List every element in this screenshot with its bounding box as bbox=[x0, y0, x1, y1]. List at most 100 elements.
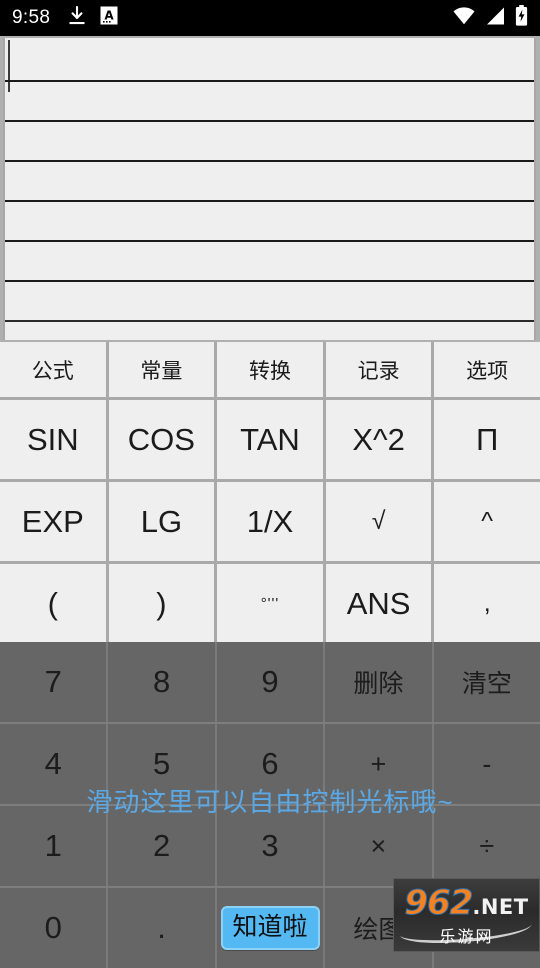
menu-item-label: 公式 bbox=[31, 359, 74, 383]
watermark-subtitle: 乐游网 bbox=[439, 929, 494, 946]
menu-item-label: 记录 bbox=[357, 359, 400, 383]
key-label: °''' bbox=[260, 595, 280, 612]
key-sin[interactable]: SIN bbox=[0, 400, 109, 479]
menu-item-label: 选项 bbox=[466, 359, 509, 383]
input-method-a-icon: A bbox=[100, 6, 118, 30]
key-9[interactable]: 9 bbox=[216, 642, 326, 722]
key-label: 删除 bbox=[353, 670, 404, 698]
key-label: × bbox=[370, 830, 387, 861]
key-8[interactable]: 8 bbox=[108, 642, 217, 722]
display-rule-line bbox=[5, 320, 534, 322]
calculator-app-screen: 9:58 A 公式 常量 转换 记录 选项 SIN COS TAN X^2 Π … bbox=[0, 0, 540, 968]
display-rule-line bbox=[5, 200, 534, 202]
display-rule-line bbox=[5, 280, 534, 282]
status-bar-notification-icons: A bbox=[68, 5, 118, 31]
key-label: 9 bbox=[261, 664, 279, 699]
key-multiply[interactable]: × bbox=[325, 806, 434, 886]
download-icon bbox=[68, 5, 86, 31]
text-cursor bbox=[8, 40, 10, 92]
key-7[interactable]: 7 bbox=[0, 642, 109, 722]
got-it-button[interactable]: 知道啦 bbox=[220, 906, 320, 950]
key-decimal-point[interactable]: . bbox=[108, 888, 217, 968]
key-delete[interactable]: 删除 bbox=[325, 642, 434, 722]
key-label: 1/X bbox=[246, 503, 294, 539]
display-rule-line bbox=[5, 240, 534, 242]
numeric-row-3: 1 2 3 × ÷ bbox=[0, 806, 540, 888]
key-right-paren[interactable]: ) bbox=[108, 564, 218, 643]
function-row-2: EXP LG 1/X √ ^ bbox=[0, 482, 540, 564]
key-power[interactable]: ^ bbox=[434, 482, 540, 561]
key-label: LG bbox=[140, 503, 183, 539]
display-rule-line bbox=[5, 160, 534, 162]
key-label: ÷ bbox=[479, 830, 495, 861]
menu-history[interactable]: 记录 bbox=[325, 342, 435, 397]
key-label: , bbox=[483, 589, 491, 617]
key-label: EXP bbox=[21, 503, 84, 539]
cellular-signal-icon bbox=[485, 6, 506, 31]
key-plus[interactable]: + bbox=[325, 724, 434, 804]
key-1[interactable]: 1 bbox=[0, 806, 109, 886]
key-label: 7 bbox=[44, 664, 62, 699]
display-rule-line bbox=[5, 120, 534, 122]
key-label: COS bbox=[127, 421, 195, 457]
key-label: Π bbox=[475, 421, 499, 457]
key-3[interactable]: 3 bbox=[216, 806, 326, 886]
key-exp[interactable]: EXP bbox=[0, 482, 109, 561]
numeric-row-2: 4 5 6 + - bbox=[0, 724, 540, 806]
key-5[interactable]: 5 bbox=[108, 724, 217, 804]
key-label: 6 bbox=[261, 746, 279, 781]
key-label: 3 bbox=[261, 828, 279, 863]
key-6[interactable]: 6 bbox=[216, 724, 326, 804]
menu-item-label: 转换 bbox=[248, 359, 291, 383]
key-tan[interactable]: TAN bbox=[217, 400, 326, 479]
key-lg[interactable]: LG bbox=[108, 482, 218, 561]
menu-item-label: 常量 bbox=[140, 359, 183, 383]
key-degree-minute-second[interactable]: °''' bbox=[217, 564, 326, 643]
menu-options[interactable]: 选项 bbox=[434, 342, 540, 397]
key-divide[interactable]: ÷ bbox=[433, 806, 540, 886]
key-label: √ bbox=[371, 507, 386, 535]
key-ans[interactable]: ANS bbox=[325, 564, 435, 643]
key-4[interactable]: 4 bbox=[0, 724, 109, 804]
key-pi[interactable]: Π bbox=[434, 400, 540, 479]
got-it-button-cell[interactable]: 知道啦 bbox=[216, 888, 326, 968]
key-left-paren[interactable]: ( bbox=[0, 564, 109, 643]
function-row-3: ( ) °''' ANS , bbox=[0, 564, 540, 643]
key-label: - bbox=[482, 748, 492, 779]
key-label: 1 bbox=[44, 828, 62, 863]
key-cos[interactable]: COS bbox=[108, 400, 218, 479]
menu-constant[interactable]: 常量 bbox=[108, 342, 218, 397]
numeric-row-1: 7 8 9 删除 清空 bbox=[0, 642, 540, 724]
key-comma[interactable]: , bbox=[434, 564, 540, 643]
menu-convert[interactable]: 转换 bbox=[217, 342, 326, 397]
site-watermark: 962.NET 乐游网 bbox=[393, 878, 540, 952]
menu-row: 公式 常量 转换 记录 选项 bbox=[0, 342, 540, 400]
key-label: 清空 bbox=[461, 670, 512, 698]
menu-formula[interactable]: 公式 bbox=[0, 342, 109, 397]
key-label: SIN bbox=[26, 421, 79, 457]
expression-display[interactable] bbox=[3, 38, 536, 340]
key-0[interactable]: 0 bbox=[0, 888, 109, 968]
battery-charging-icon bbox=[515, 5, 528, 31]
svg-text:A: A bbox=[105, 9, 115, 23]
key-reciprocal[interactable]: 1/X bbox=[217, 482, 326, 561]
function-keypad: 公式 常量 转换 记录 选项 SIN COS TAN X^2 Π EXP LG … bbox=[0, 342, 540, 643]
key-clear[interactable]: 清空 bbox=[433, 642, 540, 722]
key-label: 8 bbox=[152, 664, 171, 699]
key-minus[interactable]: - bbox=[433, 724, 540, 804]
key-2[interactable]: 2 bbox=[108, 806, 217, 886]
expression-display-area[interactable] bbox=[0, 36, 540, 342]
key-x-squared[interactable]: X^2 bbox=[325, 400, 435, 479]
key-label: 4 bbox=[44, 746, 62, 781]
status-bar-clock: 9:58 bbox=[12, 7, 51, 28]
key-label: . bbox=[157, 910, 166, 945]
display-rule-line bbox=[5, 80, 534, 82]
status-bar: 9:58 A bbox=[0, 0, 540, 36]
key-sqrt[interactable]: √ bbox=[325, 482, 435, 561]
key-label: ANS bbox=[346, 585, 411, 621]
key-label: + bbox=[370, 748, 387, 779]
status-bar-system-icons bbox=[452, 5, 528, 31]
key-label: ( bbox=[47, 585, 58, 621]
key-label: ) bbox=[156, 585, 167, 621]
wifi-icon bbox=[452, 6, 476, 31]
